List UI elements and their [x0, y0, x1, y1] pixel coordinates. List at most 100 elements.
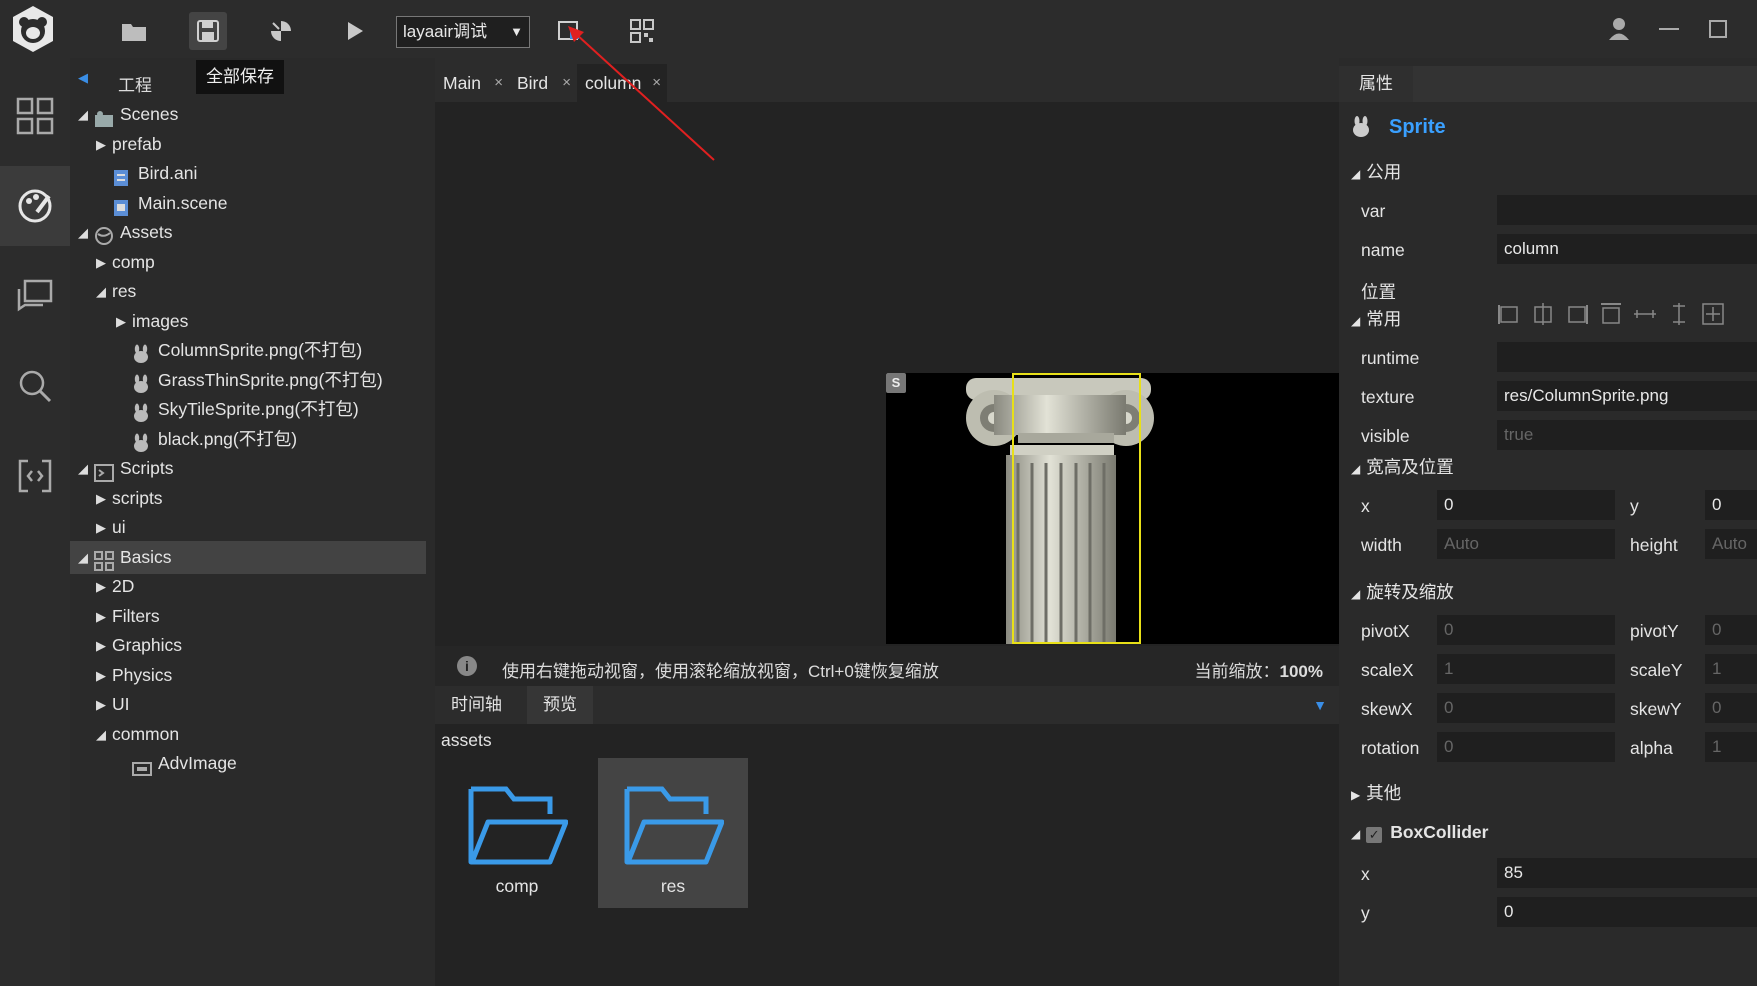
tree-item[interactable]: ▶ comp [70, 246, 426, 279]
tree-item[interactable]: ColumnSprite.png(不打包) [70, 334, 426, 367]
tree-item[interactable]: ◢ res [70, 275, 426, 308]
open-project-icon[interactable] [115, 12, 153, 50]
expanded-triangle-icon[interactable]: ◢ [78, 541, 88, 574]
runtime-input[interactable] [1497, 342, 1757, 372]
tree-item[interactable]: SkyTileSprite.png(不打包) [70, 393, 426, 426]
align-center-h-icon[interactable] [1531, 302, 1555, 326]
collapsed-triangle-icon[interactable]: ▶ [96, 511, 106, 544]
section-common[interactable]: ◢ 公用 [1351, 159, 1401, 184]
collapsed-triangle-icon[interactable]: ▶ [96, 600, 106, 633]
minimize-icon[interactable] [1654, 14, 1684, 44]
tree-item[interactable]: ◢ Basics [70, 540, 426, 574]
tree-item[interactable]: GrassThinSprite.png(不打包) [70, 364, 426, 397]
expanded-triangle-icon[interactable]: ◢ [78, 452, 88, 485]
rotation-input[interactable]: 0 [1437, 732, 1615, 762]
expanded-triangle-icon[interactable]: ◢ [78, 98, 88, 131]
user-icon[interactable] [1604, 14, 1634, 44]
width-input[interactable]: Auto [1437, 529, 1615, 559]
section-rotation-scale[interactable]: ◢ 旋转及缩放 [1351, 579, 1454, 604]
section-box-collider[interactable]: ◢ ✓ BoxCollider [1351, 822, 1488, 843]
tree-item[interactable]: ▶ images [70, 305, 426, 338]
comments-icon[interactable] [0, 256, 70, 336]
maximize-icon[interactable] [1703, 14, 1733, 44]
collapsed-triangle-icon[interactable]: ▶ [96, 659, 106, 692]
tree-item[interactable]: ▶ Filters [70, 600, 426, 633]
tree-item[interactable]: ▶ scripts [70, 482, 426, 515]
collapsed-triangle-icon[interactable]: ▶ [96, 128, 106, 161]
save-all-button[interactable] [189, 12, 227, 50]
tree-item[interactable]: Main.scene [70, 187, 426, 220]
top-toolbar: layaair调试 ▼ [0, 0, 1757, 58]
tree-item[interactable]: ▶ Graphics [70, 629, 426, 662]
section-usual[interactable]: ◢ 常用 [1351, 306, 1401, 331]
play-icon[interactable] [336, 12, 374, 50]
collapse-left-icon[interactable]: ◀ [78, 70, 88, 86]
collapsed-triangle-icon[interactable]: ▶ [96, 570, 106, 603]
section-size-position[interactable]: ◢ 宽高及位置 [1351, 454, 1454, 479]
run-config-select[interactable]: layaair调试 ▼ [396, 16, 530, 48]
visible-input[interactable]: true [1497, 420, 1757, 450]
collider-y-input[interactable]: 0 [1497, 897, 1757, 927]
y-input[interactable]: 0 [1705, 490, 1757, 520]
tree-item[interactable]: ▶ Physics [70, 659, 426, 692]
tree-item[interactable]: AdvImage [70, 747, 426, 780]
align-middle-v-icon[interactable] [1633, 302, 1657, 326]
align-bottom-icon[interactable] [1667, 302, 1691, 326]
collapsed-triangle-icon[interactable]: ▶ [96, 688, 106, 721]
panel-menu-chevron-icon[interactable]: ▼ [1313, 697, 1327, 713]
tab-timeline[interactable]: 时间轴 [435, 686, 518, 724]
var-input[interactable] [1497, 195, 1757, 225]
name-input[interactable]: column [1497, 234, 1757, 264]
tree-item[interactable]: ▶ prefab [70, 128, 426, 161]
tree-item[interactable]: ▶ 2D [70, 570, 426, 603]
palette-icon[interactable] [0, 166, 70, 246]
x-input[interactable]: 0 [1437, 490, 1615, 520]
collapsed-triangle-icon[interactable]: ▶ [116, 305, 126, 338]
tree-item[interactable]: ◢ common [70, 718, 426, 751]
height-input[interactable]: Auto [1705, 529, 1757, 559]
tree-item[interactable]: ▶ UI [70, 688, 426, 721]
tab-preview[interactable]: 预览 [527, 686, 593, 724]
folder-tile-res[interactable]: res [598, 758, 748, 908]
texture-input[interactable]: res/ColumnSprite.png [1497, 381, 1757, 411]
layout-grid-icon[interactable] [0, 76, 70, 156]
tree-item[interactable]: ◢ Assets [70, 216, 426, 249]
tab-main[interactable]: Main × [435, 64, 509, 102]
alpha-input[interactable]: 1 [1705, 732, 1757, 762]
expanded-triangle-icon[interactable]: ◢ [78, 216, 88, 249]
align-right-icon[interactable] [1565, 302, 1589, 326]
section-other[interactable]: ▶ 其他 [1351, 780, 1401, 805]
properties-tab[interactable]: 属性 [1339, 66, 1413, 102]
folder-tile-comp[interactable]: comp [442, 758, 592, 908]
pivotx-input[interactable]: 0 [1437, 615, 1615, 645]
selection-box[interactable] [1012, 373, 1141, 644]
publish-icon[interactable] [262, 12, 300, 50]
tree-item[interactable]: Bird.ani [70, 157, 426, 190]
collider-enabled-checkbox[interactable]: ✓ [1366, 827, 1383, 843]
search-icon[interactable] [0, 346, 70, 426]
expanded-triangle-icon[interactable]: ◢ [96, 718, 106, 751]
close-icon[interactable]: × [494, 64, 503, 102]
align-left-icon[interactable] [1497, 302, 1521, 326]
align-center-icon[interactable] [1701, 302, 1725, 326]
scaley-input[interactable]: 1 [1705, 654, 1757, 684]
collapsed-triangle-icon[interactable]: ▶ [96, 629, 106, 662]
collapsed-triangle-icon[interactable]: ▶ [96, 482, 106, 515]
code-icon[interactable] [0, 436, 70, 516]
collider-x-input[interactable]: 85 [1497, 858, 1757, 888]
zoom-label: 当前缩放： [1194, 662, 1280, 681]
tree-item[interactable]: ◢ Scripts [70, 452, 426, 485]
skewy-input[interactable]: 0 [1705, 693, 1757, 723]
scalex-input[interactable]: 1 [1437, 654, 1615, 684]
tree-item[interactable]: ◢ Scenes [70, 98, 426, 131]
skewx-input[interactable]: 0 [1437, 693, 1615, 723]
tree-item[interactable]: ▶ ui [70, 511, 426, 544]
save-all-tooltip: 全部保存 [196, 60, 284, 94]
collapsed-triangle-icon[interactable]: ▶ [96, 246, 106, 279]
tree-item[interactable]: black.png(不打包) [70, 423, 426, 456]
align-top-icon[interactable] [1599, 302, 1623, 326]
expanded-triangle-icon[interactable]: ◢ [96, 275, 106, 308]
scripts-folder-icon [94, 460, 114, 482]
pivoty-input[interactable]: 0 [1705, 615, 1757, 645]
skewx-label: skewX [1361, 699, 1413, 719]
